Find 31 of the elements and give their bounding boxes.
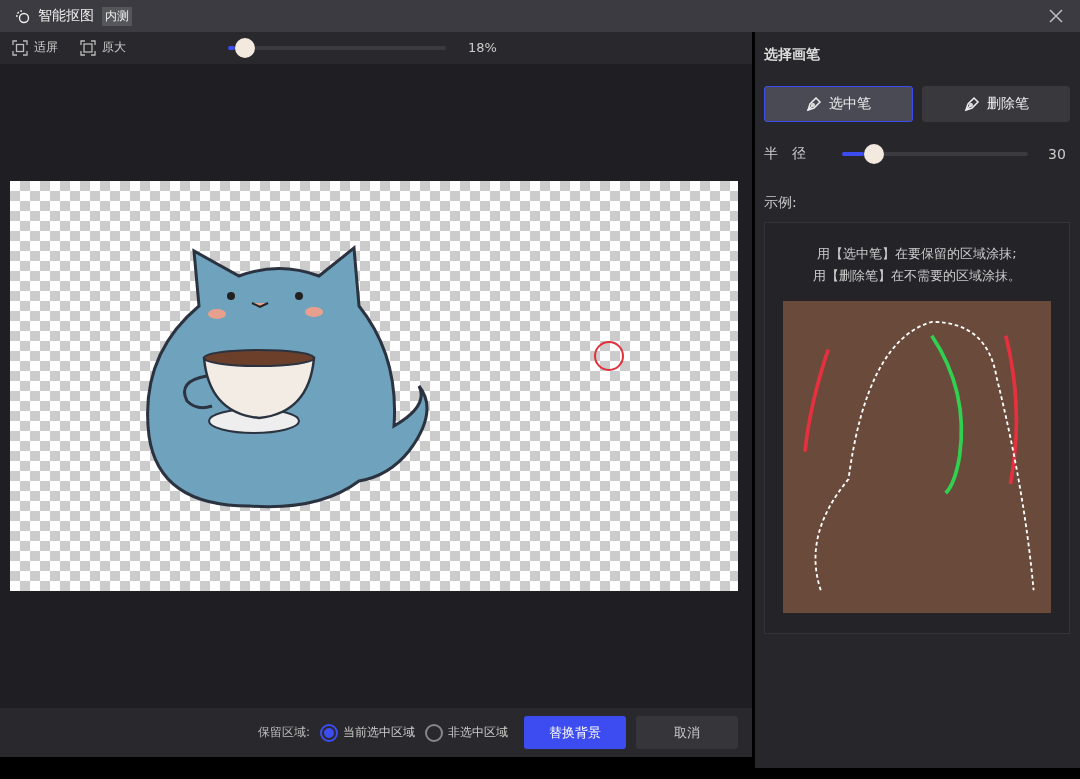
radius-slider[interactable] (842, 144, 1028, 164)
slider-thumb[interactable] (863, 144, 884, 164)
zoom-percentage: 18% (468, 40, 497, 56)
replace-background-button[interactable]: 替换背景 (524, 716, 626, 750)
pen-icon (805, 95, 824, 113)
close-icon (1048, 8, 1064, 24)
radius-value: 30 (1048, 146, 1066, 162)
radio-circle[interactable] (320, 723, 338, 742)
brush-button[interactable]: 删除笔 (921, 86, 1070, 122)
cancel-button[interactable]: 取消 (636, 716, 738, 750)
actual-size-button[interactable]: 原大 (80, 39, 126, 57)
example-title: 示例: (764, 194, 798, 212)
brush-button[interactable]: 选中笔 (764, 86, 913, 122)
keep-area-label: 保留区域: (257, 724, 310, 742)
example-text: 用【选中笔】在要保留的区域涂抹; (817, 245, 1017, 263)
radius-label: 半 径 (764, 145, 807, 163)
slider-thumb[interactable] (235, 37, 256, 58)
actual-size-icon (80, 39, 96, 56)
panel-title: 选择画笔 (764, 46, 821, 64)
app-icon (14, 8, 30, 24)
window-title: 智能抠图 (38, 7, 94, 25)
beta-badge: 内测 (102, 6, 132, 26)
pen-icon (962, 95, 981, 113)
zoom-slider[interactable] (228, 37, 446, 58)
keep-area-radio[interactable]: 非选中区域 (425, 723, 508, 742)
fit-screen-button[interactable]: 适屏 (12, 39, 58, 57)
keep-area-radio[interactable]: 当前选中区域 (320, 723, 415, 742)
example-text: 用【删除笔】在不需要的区域涂抹。 (813, 267, 1021, 285)
brush-cursor (594, 340, 624, 371)
fit-screen-icon (12, 39, 28, 56)
radio-circle[interactable] (425, 723, 443, 742)
